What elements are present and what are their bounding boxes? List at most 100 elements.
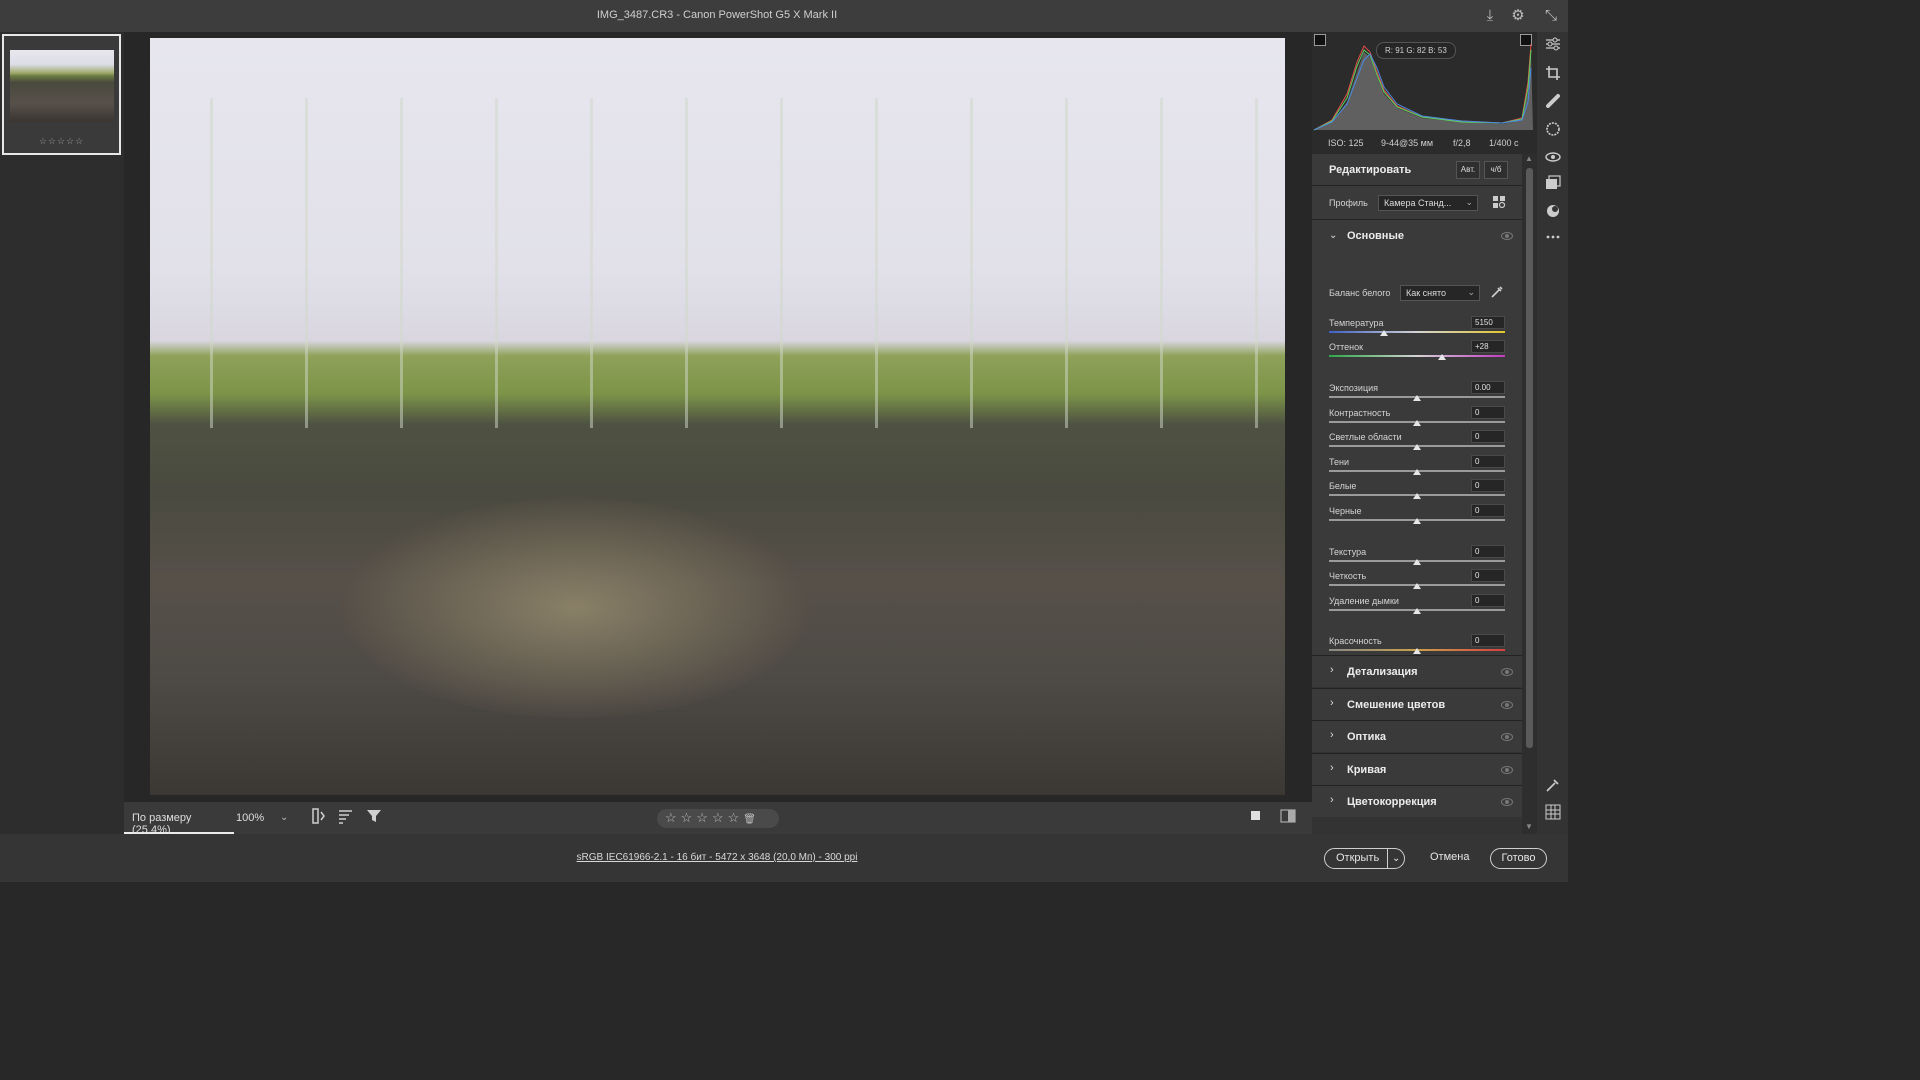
slider-value-field[interactable]: 0 (1471, 455, 1505, 468)
chevron-right-icon[interactable]: › (1330, 762, 1334, 774)
slider-value-field[interactable]: 0 (1471, 479, 1505, 492)
slider-value-field[interactable]: 0 (1471, 569, 1505, 582)
slider-value-field[interactable]: 0 (1471, 545, 1505, 558)
panel-section[interactable]: › Цветокоррекция (1312, 785, 1522, 817)
eye-icon[interactable] (1501, 668, 1513, 676)
slider-handle[interactable] (1413, 469, 1421, 475)
slider-handle[interactable] (1413, 420, 1421, 426)
workflow-options-link[interactable]: sRGB IEC61966-2.1 - 16 бит - 5472 x 3648… (0, 852, 1434, 863)
sort-icon[interactable] (335, 808, 357, 830)
slider-value-field[interactable]: 0 (1471, 406, 1505, 419)
panel-title[interactable]: Цветокоррекция (1347, 796, 1437, 808)
eyedropper-icon[interactable] (1490, 285, 1504, 299)
slider-handle[interactable] (1379, 330, 1388, 336)
slider-row[interactable]: Оттенок +28 (1329, 340, 1505, 366)
filmstrip-toggle-icon[interactable] (308, 808, 330, 830)
slider-handle[interactable] (1413, 608, 1421, 614)
slider-row[interactable]: Экспозиция 0.00 (1329, 381, 1505, 407)
scroll-up-icon[interactable]: ▲ (1525, 154, 1533, 163)
zoom-fit-button[interactable]: По размеру (25,4%) (124, 802, 234, 836)
slider-value-field[interactable]: +28 (1471, 340, 1505, 353)
slider-row[interactable]: Контрастность 0 (1329, 406, 1505, 432)
download-icon[interactable]: ⤓ (1480, 6, 1500, 26)
eye-icon[interactable] (1501, 798, 1513, 806)
single-view-icon[interactable] (1245, 808, 1267, 830)
open-dropdown-icon[interactable]: ⌄ (1387, 849, 1400, 868)
slider-handle[interactable] (1413, 583, 1421, 589)
white-balance-select[interactable]: Как снято ⌄ (1400, 285, 1480, 301)
healing-icon[interactable] (1542, 93, 1563, 114)
panel-section[interactable]: › Кривая (1312, 752, 1522, 785)
slider-row[interactable]: Тени 0 (1329, 455, 1505, 481)
slider-value-field[interactable]: 0 (1471, 430, 1505, 443)
scroll-down-icon[interactable]: ▼ (1525, 822, 1533, 831)
rating-bar[interactable]: ☆☆☆☆☆🗑 (657, 809, 779, 828)
eye-icon[interactable] (1501, 733, 1513, 741)
chevron-down-icon[interactable]: ⌄ (1329, 230, 1337, 241)
presets-icon[interactable] (1542, 175, 1563, 196)
slider-handle[interactable] (1413, 518, 1421, 524)
panel-section[interactable]: › Оптика (1312, 720, 1522, 752)
eye-icon[interactable] (1501, 232, 1513, 240)
panel-title[interactable]: Кривая (1347, 764, 1386, 776)
slider-value-field[interactable]: 5150 (1471, 316, 1505, 329)
done-button[interactable]: Готово (1490, 848, 1547, 869)
slider-track[interactable] (1329, 355, 1505, 357)
sampler-icon[interactable] (1542, 777, 1563, 798)
panel-section[interactable]: › Детализация (1312, 655, 1522, 687)
eye-icon[interactable] (1501, 765, 1513, 774)
slider-handle[interactable] (1413, 648, 1421, 654)
collapse-icon[interactable]: ⤡ (1541, 6, 1561, 26)
auto-button[interactable]: Авт. (1456, 161, 1480, 179)
bw-button[interactable]: ч/б (1484, 161, 1508, 179)
gear-icon[interactable]: ⚙ (1508, 6, 1528, 26)
profile-browser-icon[interactable] (1492, 195, 1506, 209)
scrollbar-thumb[interactable] (1526, 168, 1533, 748)
slider-row[interactable]: Черные 0 (1329, 504, 1505, 530)
filmstrip-thumbnail[interactable]: ☆☆☆☆☆ (2, 34, 121, 155)
sliders-icon[interactable] (1542, 36, 1563, 57)
slider-track[interactable] (1329, 331, 1505, 333)
filter-icon[interactable] (363, 808, 385, 830)
crop-icon[interactable] (1542, 65, 1563, 86)
basic-title[interactable]: Основные (1347, 230, 1404, 242)
slider-value-field[interactable]: 0 (1471, 634, 1505, 647)
profile-select[interactable]: Камера Станд... ⌄ (1378, 195, 1478, 211)
more-icon[interactable] (1542, 229, 1563, 250)
image-canvas[interactable] (124, 32, 1312, 802)
chevron-right-icon[interactable]: › (1330, 794, 1334, 806)
thumbnail-rating[interactable]: ☆☆☆☆☆ (4, 136, 119, 147)
slider-value-field[interactable]: 0 (1471, 594, 1505, 607)
open-button[interactable]: Открыть ⌄ (1324, 848, 1405, 869)
grid-icon[interactable] (1542, 804, 1563, 825)
histogram[interactable]: R: 91 G: 82 B: 53 (1312, 32, 1537, 132)
slider-row[interactable]: Четкость 0 (1329, 569, 1505, 595)
slider-handle[interactable] (1413, 559, 1421, 565)
before-after-icon[interactable] (1277, 808, 1299, 830)
slider-handle[interactable] (1413, 395, 1421, 401)
trash-icon[interactable]: 🗑 (743, 814, 756, 825)
cancel-button[interactable]: Отмена (1430, 851, 1469, 863)
slider-row[interactable]: Температура 5150 (1329, 316, 1505, 342)
panel-title[interactable]: Детализация (1347, 666, 1418, 678)
chevron-right-icon[interactable]: › (1330, 664, 1334, 676)
photo-preview[interactable] (150, 38, 1285, 795)
masking-icon[interactable] (1542, 121, 1563, 142)
slider-handle[interactable] (1413, 493, 1421, 499)
slider-row[interactable]: Удаление дымки 0 (1329, 594, 1505, 620)
redeye-icon[interactable] (1542, 149, 1563, 170)
panel-title[interactable]: Оптика (1347, 731, 1386, 743)
chevron-right-icon[interactable]: › (1330, 729, 1334, 741)
slider-handle[interactable] (1437, 354, 1446, 360)
rating-stars[interactable]: ☆☆☆☆☆ (665, 810, 743, 825)
slider-row[interactable]: Белые 0 (1329, 479, 1505, 505)
slider-value-field[interactable]: 0 (1471, 504, 1505, 517)
slider-handle[interactable] (1413, 444, 1421, 450)
zoom-100-button[interactable]: 100% (236, 812, 264, 824)
snapshot-icon[interactable] (1542, 203, 1563, 224)
slider-row[interactable]: Текстура 0 (1329, 545, 1505, 571)
slider-value-field[interactable]: 0.00 (1471, 381, 1505, 394)
panel-title[interactable]: Смешение цветов (1347, 699, 1445, 711)
panel-scrollbar[interactable]: ▲ ▼ (1522, 154, 1537, 834)
chevron-right-icon[interactable]: › (1330, 697, 1334, 709)
